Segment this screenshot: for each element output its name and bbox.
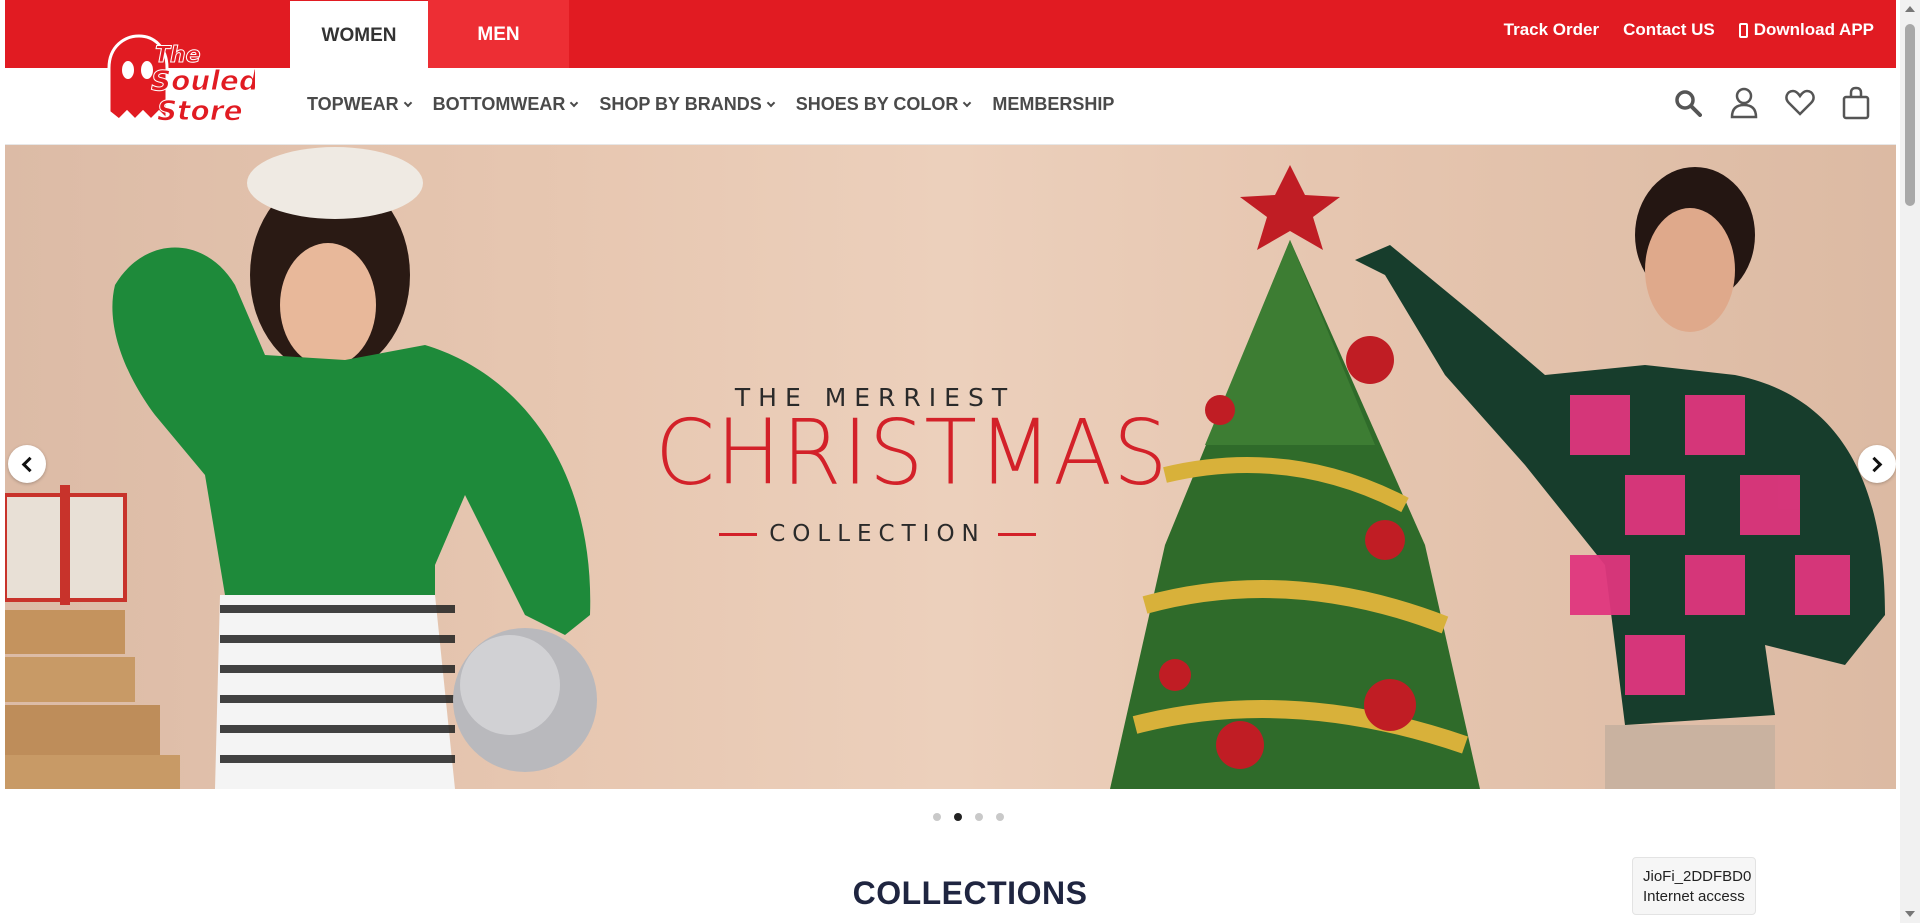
page-scrollbar[interactable] (1900, 0, 1920, 923)
carousel-dot-1[interactable] (933, 813, 941, 821)
carousel-dots (933, 813, 1004, 821)
download-app-label: Download APP (1753, 20, 1874, 39)
decorative-line (997, 532, 1036, 536)
main-header: The Souled Store TOPWEAR BOTTOMWEAR SHOP… (5, 34, 1896, 145)
user-icon[interactable] (1729, 86, 1759, 120)
carousel-dot-4[interactable] (996, 813, 1004, 821)
souled-store-logo[interactable]: The Souled Store (95, 28, 260, 128)
nav-topwear[interactable]: TOPWEAR (307, 94, 412, 115)
carousel-dot-2[interactable] (954, 813, 962, 821)
network-toast: JioFi_2DDFBD0 Internet access (1632, 857, 1756, 915)
main-nav: TOPWEAR BOTTOMWEAR SHOP BY BRANDS SHOES … (307, 94, 1114, 115)
nav-shoes-by-color-label: SHOES BY COLOR (795, 94, 959, 114)
top-links: Track Order Contact US Download APP (1504, 0, 1874, 60)
carousel-dot-3[interactable] (975, 813, 983, 821)
network-status: Internet access (1643, 888, 1745, 905)
network-ssid: JioFi_2DDFBD0 (1643, 868, 1752, 885)
header-icons (1673, 86, 1871, 120)
carousel-prev-button[interactable] (8, 445, 46, 483)
chevron-down-icon (570, 98, 579, 107)
nav-shop-by-brands-label: SHOP BY BRANDS (599, 94, 762, 114)
heart-icon[interactable] (1785, 86, 1815, 120)
tab-men[interactable]: MEN (428, 0, 569, 70)
svg-text:Store: Store (157, 94, 243, 127)
svg-text:Souled: Souled (151, 64, 255, 97)
nav-membership[interactable]: MEMBERSHIP (992, 94, 1114, 115)
contact-us-link[interactable]: Contact US (1623, 20, 1715, 40)
chevron-down-icon (766, 98, 775, 107)
decorative-line (719, 532, 758, 536)
chevron-down-icon (403, 98, 412, 107)
scroll-up-arrow-icon[interactable] (1905, 6, 1915, 12)
nav-bottomwear[interactable]: BOTTOMWEAR (432, 94, 579, 115)
carousel-next-button[interactable] (1858, 445, 1896, 483)
nav-topwear-label: TOPWEAR (307, 94, 399, 114)
scrollbar-thumb[interactable] (1905, 24, 1915, 206)
hero-collection-row: COLLECTION (705, 521, 1050, 547)
chevron-down-icon (963, 98, 972, 107)
nav-bottomwear-label: BOTTOMWEAR (432, 94, 566, 114)
search-icon[interactable] (1673, 86, 1703, 120)
nav-shop-by-brands[interactable]: SHOP BY BRANDS (599, 94, 775, 115)
track-order-link[interactable]: Track Order (1504, 20, 1599, 40)
hero-banner[interactable]: THE MERRIEST CHRISTMAS COLLECTION (5, 145, 1896, 789)
hero-line-collection: COLLECTION (769, 521, 986, 547)
chevron-right-icon (1866, 456, 1883, 472)
download-app-link[interactable]: Download APP (1738, 20, 1874, 40)
hero-line-christmas: CHRISTMAS (655, 400, 1169, 506)
scroll-down-arrow-icon[interactable] (1905, 911, 1915, 917)
nav-membership-label: MEMBERSHIP (992, 94, 1115, 114)
nav-shoes-by-color[interactable]: SHOES BY COLOR (795, 94, 972, 115)
tab-women[interactable]: WOMEN (290, 1, 428, 71)
phone-icon (1738, 22, 1748, 38)
bag-icon[interactable] (1841, 86, 1871, 120)
chevron-left-icon (21, 456, 38, 472)
